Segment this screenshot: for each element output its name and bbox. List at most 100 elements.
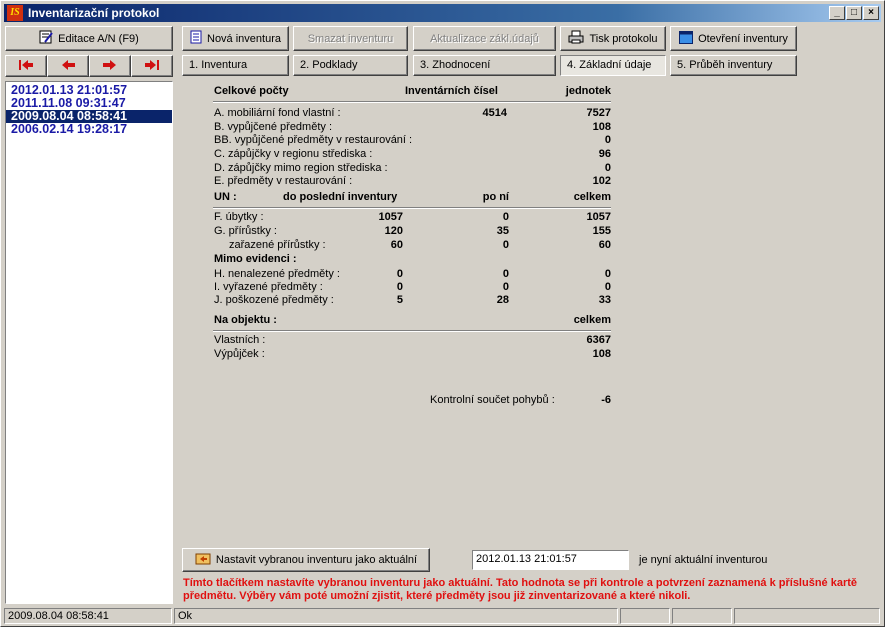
movement-row-after: 0 — [502, 239, 509, 251]
movement-row-total: 155 — [592, 225, 611, 237]
outside-row-after: 28 — [496, 294, 509, 306]
on-object-row-label: Výpůjček : — [214, 348, 265, 360]
status-selected-inventory: 2009.08.04 08:58:41 — [4, 608, 172, 624]
first-arrow-icon — [18, 59, 34, 74]
status-panel — [620, 608, 670, 624]
summary-row-inventory-count: 4514 — [482, 107, 507, 119]
update-basic-data-label: Aktualizace zákl.údajů — [430, 32, 539, 45]
outside-row-before: 0 — [396, 281, 403, 293]
open-inventory-label: Otevření inventury — [698, 32, 788, 45]
movement-row-label: G. přírůstky : — [214, 225, 277, 237]
print-protocol-label: Tisk protokolu — [589, 32, 658, 45]
printer-icon — [568, 30, 584, 47]
movement-row-total: 60 — [598, 239, 611, 251]
summary-col-inventory-numbers: Inventárních čísel — [405, 85, 498, 97]
list-item[interactable]: 2006.02.14 19:28:17 — [6, 123, 172, 136]
on-object-label: Na objektu : — [214, 314, 277, 326]
summary-row-unit-count: 7527 — [586, 107, 611, 119]
summary-row-label: E. předměty v restaurování : — [214, 175, 353, 187]
right-arrow-icon — [102, 59, 118, 74]
summary-row-label: BB. vypůjčené předměty v restaurování : — [214, 134, 413, 146]
next-record-button[interactable] — [89, 55, 131, 77]
divider — [213, 207, 611, 209]
movement-row-before: 120 — [384, 225, 403, 237]
outside-row-before: 5 — [396, 294, 403, 306]
movement-row-after: 35 — [496, 225, 509, 237]
movement-row-label: F. úbytky : — [214, 211, 264, 223]
delete-inventory-label: Smazat inventuru — [307, 32, 394, 45]
minimize-button[interactable]: _ — [829, 6, 845, 20]
title-bar[interactable]: IS Inventarizační protokol _ □ × — [4, 4, 881, 22]
summary-row-unit-count: 96 — [598, 148, 611, 160]
last-record-button[interactable] — [131, 55, 173, 77]
movements-col-after: po ní — [482, 191, 509, 203]
on-object-row-value: 6367 — [586, 334, 611, 346]
delete-inventory-button[interactable]: Smazat inventuru — [293, 26, 408, 51]
movements-col-before-last: do poslední inventury — [283, 191, 398, 203]
summary-row-label: A. mobiliární fond vlastní : — [214, 107, 341, 119]
outside-row-after: 0 — [502, 268, 509, 280]
movement-row-before: 1057 — [378, 211, 403, 223]
main-window: IS Inventarizační protokol _ □ × Editace… — [0, 0, 885, 627]
inventory-list[interactable]: 2012.01.13 21:01:57 2011.11.08 09:31:47 … — [5, 81, 173, 604]
window-title: Inventarizační protokol — [28, 6, 160, 20]
summary-row-label: C. zápůjčky v regionu střediska : — [214, 148, 373, 160]
outside-row-total: 33 — [598, 294, 611, 306]
edit-icon — [39, 30, 53, 47]
movement-row-after: 0 — [502, 211, 509, 223]
outside-row-total: 0 — [604, 268, 611, 280]
summary-row-unit-count: 102 — [592, 175, 611, 187]
previous-record-button[interactable] — [47, 55, 89, 77]
edit-toggle-button[interactable]: Editace A/N (F9) — [5, 26, 173, 51]
on-object-row-label: Vlastních : — [214, 334, 266, 346]
window-icon — [679, 30, 694, 47]
summary-header-label: Celkové počty — [214, 85, 289, 97]
outside-register-label: Mimo evidenci : — [214, 253, 297, 265]
current-inventory-suffix: je nyní aktuální inventurou — [639, 554, 768, 566]
last-arrow-icon — [144, 59, 160, 74]
set-current-inventory-button[interactable]: Nastavit vybranou inventuru jako aktuáln… — [182, 548, 430, 572]
movement-row-total: 1057 — [586, 211, 611, 223]
tab-inventura[interactable]: 1. Inventura — [182, 55, 289, 76]
summary-row-unit-count: 108 — [592, 121, 611, 133]
new-inventory-label: Nová inventura — [207, 32, 281, 45]
open-inventory-button[interactable]: Otevření inventury — [670, 26, 797, 51]
tab-zakladni-udaje[interactable]: 4. Základní údaje — [560, 55, 666, 76]
new-inventory-button[interactable]: Nová inventura — [182, 26, 289, 51]
update-basic-data-button[interactable]: Aktualizace zákl.údajů — [413, 26, 556, 51]
on-object-row-value: 108 — [592, 348, 611, 360]
status-text: Ok — [174, 608, 618, 624]
checksum-value: -6 — [601, 394, 611, 406]
edit-toggle-label: Editace A/N (F9) — [58, 32, 139, 45]
summary-row-label: B. vypůjčené předměty : — [214, 121, 333, 133]
movements-col-total: celkem — [573, 191, 611, 203]
close-button[interactable]: × — [863, 6, 879, 20]
set-current-hint: Tímto tlačítkem nastavíte vybranou inven… — [183, 577, 858, 602]
outside-row-after: 0 — [502, 281, 509, 293]
first-record-button[interactable] — [5, 55, 47, 77]
divider — [213, 101, 611, 103]
divider — [213, 330, 611, 332]
tab-zhodnoceni[interactable]: 3. Zhodnocení — [413, 55, 556, 76]
summary-row-unit-count: 0 — [604, 134, 611, 146]
summary-row-unit-count: 0 — [604, 162, 611, 174]
app-logo-icon: IS — [7, 5, 23, 21]
left-arrow-icon — [60, 59, 76, 74]
movements-header-label: UN : — [214, 191, 237, 203]
status-panel — [734, 608, 880, 624]
status-panel — [672, 608, 732, 624]
new-document-icon — [190, 30, 202, 47]
set-current-icon — [195, 552, 211, 568]
current-inventory-field[interactable]: 2012.01.13 21:01:57 — [472, 550, 629, 570]
on-object-col-total: celkem — [573, 314, 611, 326]
maximize-button[interactable]: □ — [846, 6, 862, 20]
tab-prubeh-inventury[interactable]: 5. Průběh inventury — [670, 55, 797, 76]
set-current-inventory-label: Nastavit vybranou inventuru jako aktuáln… — [215, 554, 418, 566]
outside-row-total: 0 — [604, 281, 611, 293]
summary-row-label: D. zápůjčky mimo region střediska : — [214, 162, 388, 174]
movement-row-before: 60 — [390, 239, 403, 251]
outside-row-before: 0 — [396, 268, 403, 280]
print-protocol-button[interactable]: Tisk protokolu — [560, 26, 666, 51]
summary-col-units: jednotek — [565, 85, 611, 97]
tab-podklady[interactable]: 2. Podklady — [293, 55, 408, 76]
